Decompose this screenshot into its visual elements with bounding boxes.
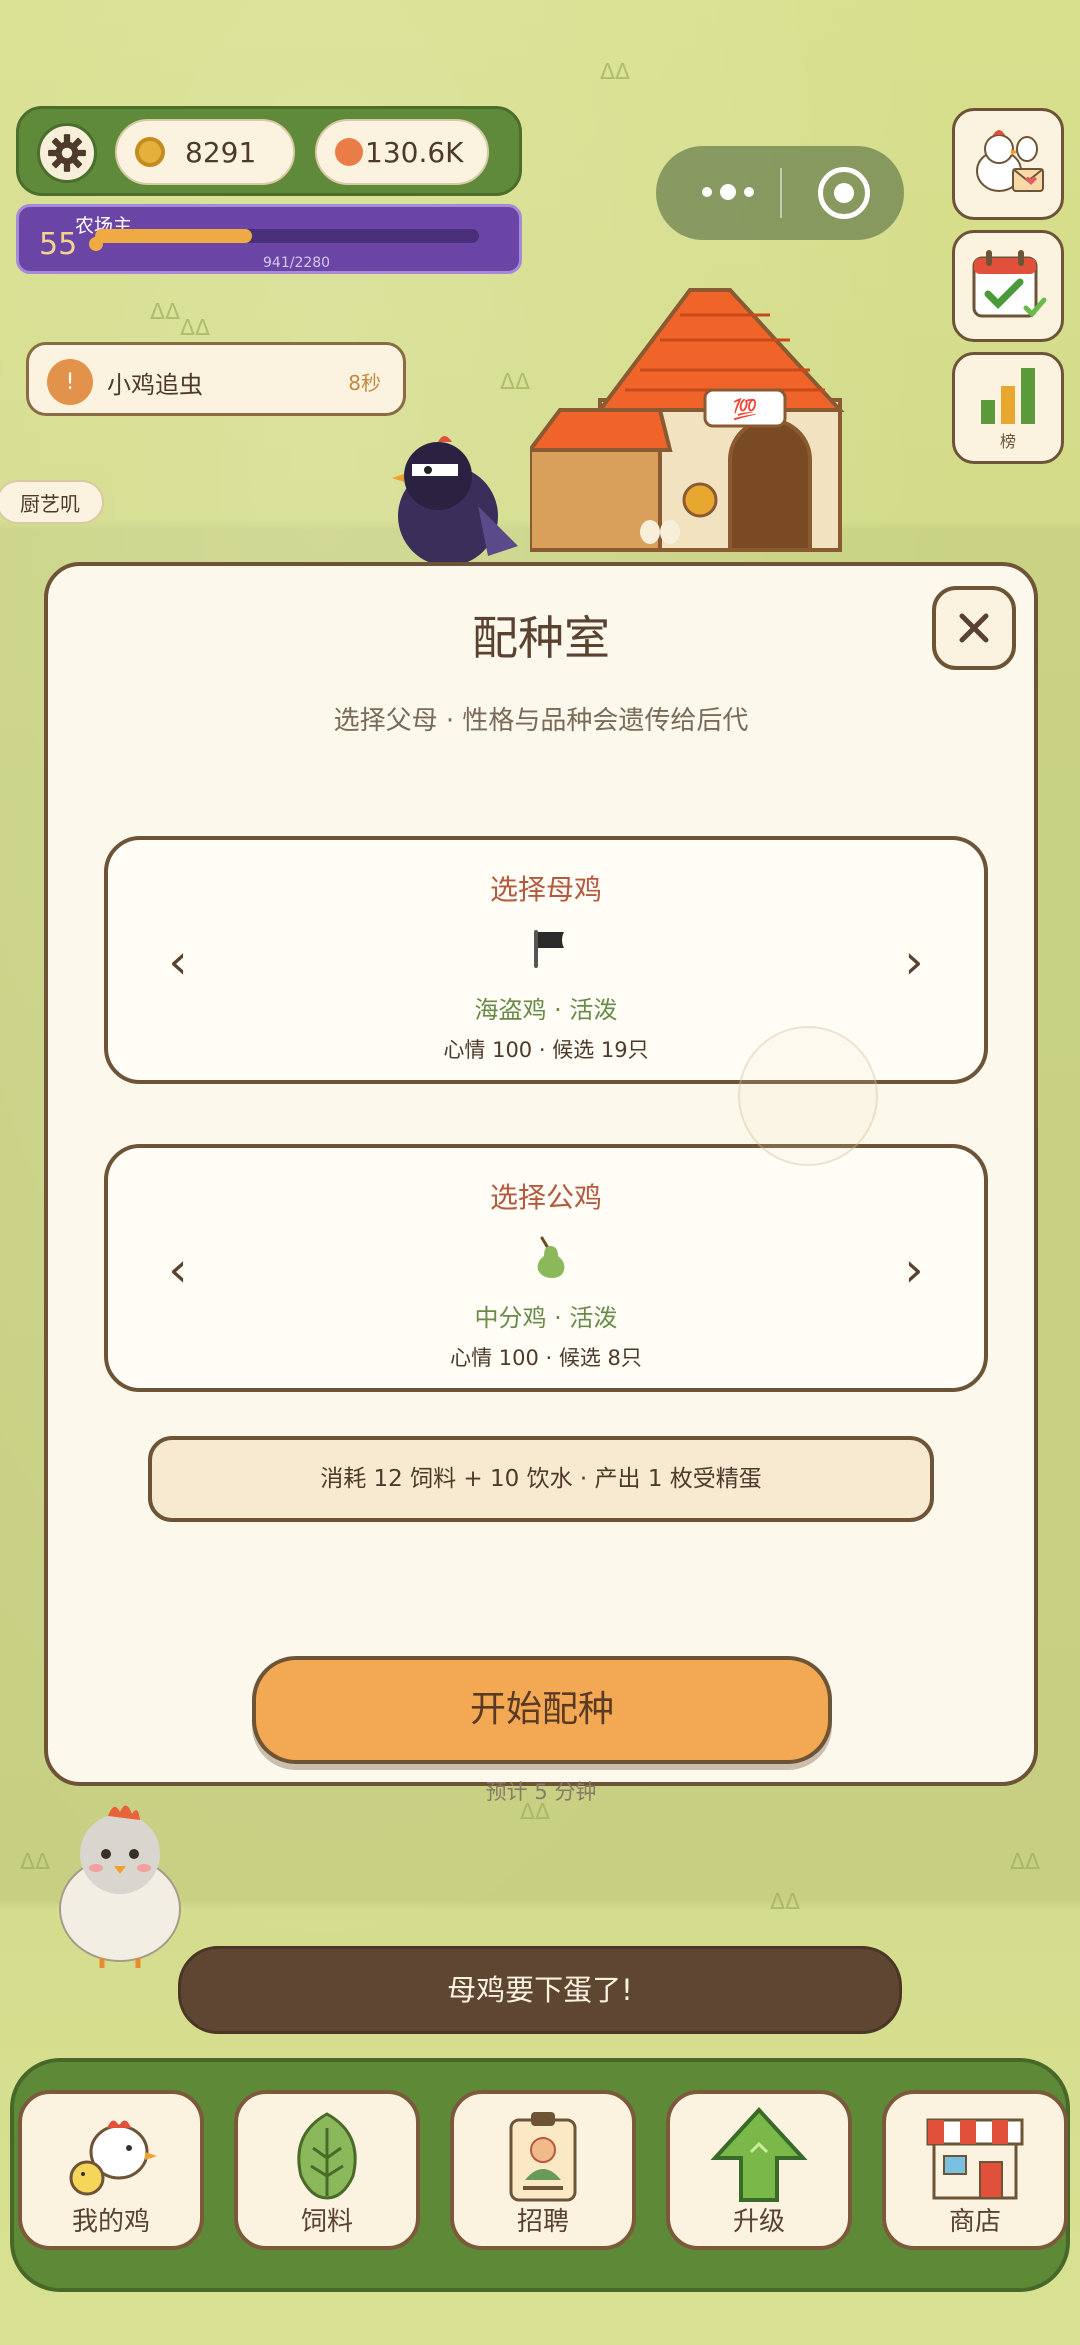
nav-upgrade[interactable]: 升级 xyxy=(666,2090,852,2250)
xp-track xyxy=(95,229,479,243)
black-flag-icon xyxy=(534,930,564,968)
ninja-chicken xyxy=(392,436,518,566)
leaderboard-label: 榜 xyxy=(999,432,1016,451)
prev-hen-button[interactable]: ‹ xyxy=(158,932,198,992)
nav-label: 商店 xyxy=(948,2207,1001,2237)
mail-button[interactable] xyxy=(952,108,1064,220)
hen-character xyxy=(59,1805,181,1968)
chicken-mail-icon xyxy=(976,130,1044,192)
touch-ripple xyxy=(738,1026,878,1166)
task-name: 小鸡追虫 xyxy=(107,371,203,399)
start-breeding-button[interactable]: 开始配种 xyxy=(252,1656,832,1764)
xp-text: 941/2280 xyxy=(263,255,331,271)
breeding-cost-info: 消耗 12 饲料 + 10 饮水 · 产出 1 枚受精蛋 xyxy=(148,1436,934,1522)
nav-feed[interactable]: 饲料 xyxy=(234,2090,420,2250)
gem-value: 130.6K xyxy=(365,135,464,169)
bar-chart-icon xyxy=(981,368,1035,424)
dialog-subtitle: 选择父母 · 性格与品种会遗传给后代 xyxy=(333,706,749,736)
more-button[interactable] xyxy=(688,172,768,212)
grass-tuft: ᐃᐃ xyxy=(150,300,181,325)
xp-knob xyxy=(89,237,103,251)
close-icon xyxy=(959,613,989,643)
breeding-eta: 预计 5 分钟 xyxy=(485,1780,597,1804)
gear-icon xyxy=(48,134,86,172)
settings-button[interactable] xyxy=(37,123,97,183)
chicken-name-tag[interactable]: 厨艺叽 xyxy=(0,480,104,524)
next-hen-button[interactable]: › xyxy=(894,932,934,992)
leaderboard-button[interactable]: 榜 xyxy=(952,352,1064,464)
breeding-room-dialog: 配种室 选择父母 · 性格与品种会遗传给后代 选择母鸡 ‹ 海盗鸡 · 活泼 心… xyxy=(44,562,1038,1804)
dialog-title: 配种室 xyxy=(472,611,610,665)
close-miniprogram-button[interactable] xyxy=(818,167,870,219)
resource-bar: 8291 130.6K xyxy=(16,106,522,196)
chicken-icon xyxy=(69,2120,157,2196)
alert-icon: ! xyxy=(47,359,93,405)
rooster-selector-title: 选择公鸡 xyxy=(489,1181,602,1214)
grass-tuft: ᐃᐃ xyxy=(1010,1850,1041,1875)
task-banner[interactable]: ! 小鸡追虫 8秒 xyxy=(26,342,406,416)
grass-tuft: ᐃᐃ xyxy=(600,60,631,85)
mini-program-capsule xyxy=(656,146,904,240)
coin-counter[interactable]: 8291 xyxy=(115,119,295,185)
chicken-coop-house: 💯 xyxy=(530,288,845,552)
calendar-check-icon xyxy=(972,250,1047,318)
task-timer: 8秒 xyxy=(348,371,381,395)
rooster-stats: 心情 100 · 候选 8只 xyxy=(450,1346,642,1370)
svg-text:💯: 💯 xyxy=(733,397,758,421)
gem-counter[interactable]: 130.6K xyxy=(315,119,489,185)
prev-rooster-button[interactable]: ‹ xyxy=(158,1240,198,1300)
next-rooster-button[interactable]: › xyxy=(894,1240,934,1300)
coin-value: 8291 xyxy=(185,135,257,169)
nav-label: 饲料 xyxy=(300,2207,353,2237)
bottom-nav-bar: 我的鸡 饲料 招聘 升级 商店 xyxy=(10,2058,1070,2292)
grass-tuft: ᐃᐃ xyxy=(180,316,211,341)
shop-icon xyxy=(926,2118,1024,2200)
nav-recruit[interactable]: 招聘 xyxy=(450,2090,636,2250)
nav-label: 我的鸡 xyxy=(71,2207,150,2237)
nav-label: 招聘 xyxy=(516,2207,569,2237)
nav-my-chickens[interactable]: 我的鸡 xyxy=(18,2090,204,2250)
capsule-divider xyxy=(780,168,782,218)
level-progress-bar[interactable]: 55 农场主 941/2280 xyxy=(16,204,522,274)
checkin-button[interactable] xyxy=(952,230,1064,342)
nav-shop[interactable]: 商店 xyxy=(882,2090,1068,2250)
rooster-selector-card: 选择公鸡 ‹ 中分鸡 · 活泼 心情 100 · 候选 8只 › xyxy=(104,1144,988,1392)
leaf-icon xyxy=(297,2112,357,2200)
grass-tuft: ᐃᐃ xyxy=(770,1890,801,1915)
hen-selector-title: 选择母鸡 xyxy=(489,873,602,906)
coin-icon xyxy=(135,137,165,167)
close-button[interactable] xyxy=(932,586,1016,670)
gem-icon xyxy=(335,138,363,166)
notification-toast: 母鸡要下蛋了! xyxy=(178,1946,902,2034)
rooster-breed: 中分鸡 · 活泼 xyxy=(474,1304,618,1332)
id-badge-icon xyxy=(509,2112,577,2202)
up-arrow-icon xyxy=(710,2107,808,2202)
hen-breed: 海盗鸡 · 活泼 xyxy=(474,996,618,1024)
level-number: 55 xyxy=(39,227,78,262)
nav-label: 升级 xyxy=(732,2207,785,2237)
xp-fill xyxy=(95,229,253,243)
grass-tuft: ᐃᐃ xyxy=(500,370,531,395)
pear-icon xyxy=(537,1236,565,1278)
